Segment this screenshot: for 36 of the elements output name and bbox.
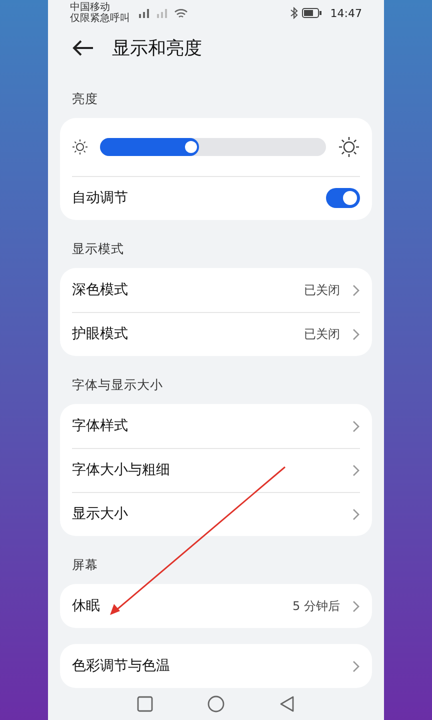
settings-item[interactable]: 休眠 5 分钟后 <box>72 584 360 628</box>
chevron-icon <box>352 284 360 296</box>
settings-item[interactable]: 护眼模式 已关闭 <box>72 312 360 356</box>
brightness-slider[interactable] <box>100 138 326 156</box>
section-title: 屏幕 <box>72 557 98 574</box>
sun-icon <box>338 136 360 158</box>
page-title: 显示和亮度 <box>112 37 202 60</box>
chevron-icon <box>352 464 360 476</box>
home-icon[interactable] <box>207 695 225 713</box>
section-title: 亮度 <box>72 91 98 108</box>
chevron-icon <box>352 328 360 340</box>
back-icon[interactable] <box>279 695 295 713</box>
settings-item[interactable]: 字体大小与粗细 <box>72 448 360 492</box>
settings-item[interactable]: 字体样式 <box>72 404 360 448</box>
settings-item[interactable]: 显示大小 <box>72 492 360 536</box>
chevron-icon <box>352 420 360 432</box>
chevron-icon <box>352 600 360 612</box>
toggle-switch[interactable] <box>326 188 360 208</box>
back-arrow-icon[interactable] <box>72 39 94 57</box>
signal-icon <box>138 8 152 18</box>
section-title: 字体与显示大小 <box>72 377 163 394</box>
carrier-note: 仅限紧急呼叫 <box>70 13 130 24</box>
chevron-icon <box>352 508 360 520</box>
recent-apps-icon[interactable] <box>137 696 153 712</box>
sun-icon <box>72 139 88 155</box>
signal-icon <box>156 8 170 18</box>
carrier-name: 中国移动 <box>70 2 110 13</box>
settings-item[interactable]: 深色模式 已关闭 <box>72 268 360 312</box>
settings-item[interactable]: 色彩调节与色温 <box>72 644 360 688</box>
section-title: 显示模式 <box>72 241 124 258</box>
wifi-icon <box>174 8 188 18</box>
chevron-icon <box>352 660 360 672</box>
clock-time: 14:47 <box>330 6 362 20</box>
bluetooth-icon <box>290 7 298 19</box>
battery-icon <box>302 8 322 18</box>
setting-label: 自动调节 <box>72 189 128 207</box>
